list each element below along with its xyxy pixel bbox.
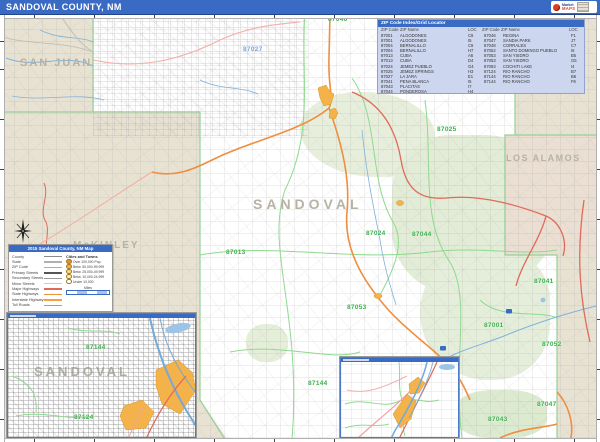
zip-label: 87013 bbox=[226, 249, 246, 256]
compass-rose-icon bbox=[13, 218, 33, 244]
inset-bernalillo-overlay bbox=[341, 362, 458, 437]
zip-label: 87124 bbox=[74, 414, 94, 421]
zip-label: 87041 bbox=[534, 278, 554, 285]
legend-item: Toll Roads bbox=[12, 303, 66, 308]
map-document: SAN JUANMcKINLEYSANDOVALLOS ALAMOS 87046… bbox=[0, 0, 600, 442]
legend-line-items: County State ZIP Code Primary Streets Se… bbox=[12, 254, 66, 308]
logo-text: Market MAPS bbox=[562, 4, 575, 11]
logo-icon bbox=[553, 4, 560, 11]
zip-label: 87144 bbox=[86, 344, 106, 351]
zip-table-header: ZIP Code Index/Grid Locator bbox=[378, 20, 584, 27]
zip-label: 87053 bbox=[347, 304, 367, 311]
grid-ruler-right bbox=[596, 14, 600, 442]
map-legend: 2015 Sandoval County, NM Map County Stat… bbox=[8, 244, 113, 312]
zip-label: 87144 bbox=[308, 380, 328, 387]
inset-zip-labels: 87144 87124 bbox=[8, 318, 195, 437]
county-label: LOS ALAMOS bbox=[506, 153, 581, 163]
legend-city-item: Betw. 10,000-24,999 bbox=[66, 274, 110, 279]
zip-label: 87001 bbox=[484, 322, 504, 329]
zip-label: 87025 bbox=[437, 126, 457, 133]
table-row: 87144 RIO RANCHO F6 bbox=[481, 79, 584, 84]
zip-table-left-column: 87001 ALGODONES C6 87001 ALGODONES I5 87… bbox=[378, 33, 481, 94]
zip-label: 87044 bbox=[412, 231, 432, 238]
legend-city-item: Under 10,000 bbox=[66, 279, 110, 284]
scale-bar: Miles bbox=[66, 286, 110, 295]
zip-label: 87052 bbox=[542, 341, 562, 348]
legend-city-item: Betw. 50,000-99,999 bbox=[66, 264, 110, 269]
zip-table-right-column: 87046 REGINA F1 87047 SANDIA PARK J7 870… bbox=[481, 33, 584, 94]
zip-label: 87024 bbox=[366, 230, 386, 237]
zip-label: 87043 bbox=[488, 416, 508, 423]
grid-ruler-left bbox=[0, 14, 5, 442]
inset-map-bernalillo bbox=[340, 357, 459, 438]
logo-grid-icon bbox=[577, 2, 589, 12]
legend-title: 2015 Sandoval County, NM Map bbox=[9, 245, 112, 252]
legend-city-item: Betw. 25,000-49,999 bbox=[66, 269, 110, 274]
county-label: SAN JUAN bbox=[20, 57, 92, 69]
inset-map-rio-rancho: SANDOVAL 8714487124 bbox=[7, 313, 196, 438]
zip-code-table: ZIP Code Index/Grid Locator ZIP Code ZIP… bbox=[377, 19, 585, 94]
marketmaps-logo: Market MAPS bbox=[551, 1, 597, 13]
zip-label: 87047 bbox=[537, 401, 557, 408]
table-row: 87044 PONDEROSA H4 bbox=[378, 89, 481, 94]
zip-label: 87027 bbox=[243, 46, 263, 53]
title-bar: SANDOVAL COUNTY, NM Market MAPS bbox=[0, 0, 600, 15]
legend-city-items: Over 100,000 Pop. Betw. 50,000-99,999 Be… bbox=[66, 259, 110, 284]
page-title: SANDOVAL COUNTY, NM bbox=[0, 2, 122, 12]
county-label: SANDOVAL bbox=[253, 196, 363, 212]
grid-ruler-bottom bbox=[0, 438, 600, 442]
